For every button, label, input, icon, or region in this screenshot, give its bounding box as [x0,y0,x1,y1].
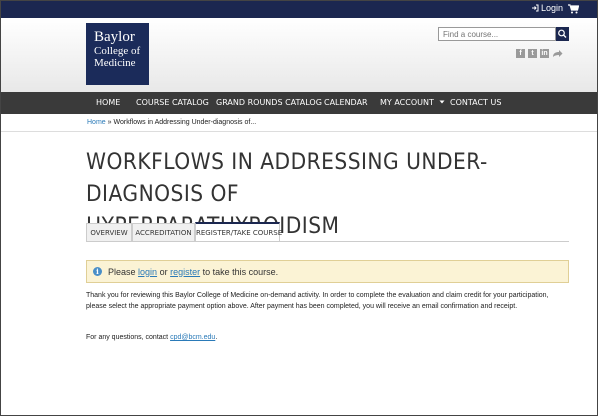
search-icon [558,29,567,38]
social-links: f t in [516,49,563,58]
login-label: Login [540,3,563,13]
search-button[interactable] [556,27,569,41]
login-arrow-icon [531,4,539,12]
logo-text-line2: College of [94,45,141,57]
share-icon[interactable] [552,49,563,58]
course-tabs: OVERVIEW ACCREDITATION REGISTER/TAKE COU… [86,222,569,242]
contact-line: For any questions, contact cpd@bcm.edu. [86,332,570,343]
page-title-line1: WORKFLOWS IN ADDRESSING UNDER-DIAGNOSIS … [86,150,488,207]
breadcrumb: Home » Workflows in Addressing Under-dia… [87,119,256,126]
tab-accreditation[interactable]: ACCREDITATION [132,223,195,241]
alert-login-link[interactable]: login [138,267,157,277]
nav-course-catalog[interactable]: COURSE CATALOG [136,92,209,114]
facebook-icon[interactable]: f [516,49,525,58]
nav-contact-us[interactable]: CONTACT US [450,92,501,114]
alert-register-link[interactable]: register [170,267,200,277]
twitter-icon[interactable]: t [528,49,537,58]
nav-grand-rounds-catalog[interactable]: GRAND ROUNDS CATALOG [216,92,322,114]
breadcrumb-current: Workflows in Addressing Under-diagnosis … [113,119,257,126]
contact-email-link[interactable]: cpd@bcm.edu [170,334,215,341]
search-input[interactable] [438,27,556,41]
browser-page: Login Baylor College of Medicine f t in [0,0,598,416]
logo-text-line1: Baylor [94,29,135,45]
main-navigation: HOME COURSE CATALOG GRAND ROUNDS CATALOG… [1,92,597,114]
alert-suffix: to take this course. [202,266,279,277]
logo-text-line3: Medicine [94,57,136,69]
breadcrumb-separator: » [107,119,112,126]
header-divider [1,131,597,132]
nav-home[interactable]: HOME [96,92,120,114]
breadcrumb-home-link[interactable]: Home [87,119,106,126]
info-icon: i [93,267,102,276]
baylor-logo[interactable]: Baylor College of Medicine [86,23,149,85]
site-header: Baylor College of Medicine f t in [1,18,597,92]
login-link[interactable]: Login [531,3,563,13]
linkedin-icon[interactable]: in [540,49,549,58]
tab-overview[interactable]: OVERVIEW [86,223,132,241]
contact-prefix: For any questions, contact [86,334,169,341]
nav-calendar[interactable]: CALENDAR [324,92,368,114]
login-required-alert: i Please login or register to take this … [86,260,569,283]
payment-instructions: Thank you for reviewing this Baylor Coll… [86,292,549,310]
shopping-cart-icon[interactable] [568,4,579,14]
nav-my-account-label: MY ACCOUNT [380,98,434,107]
nav-my-account[interactable]: MY ACCOUNT [380,92,445,114]
tab-register-take-course[interactable]: REGISTER/TAKE COURSE [195,222,282,241]
top-utility-bar: Login [1,1,597,18]
contact-suffix: . [215,334,218,341]
alert-prefix: Please [108,266,136,277]
alert-or: or [159,266,168,277]
chevron-down-icon [439,100,445,104]
